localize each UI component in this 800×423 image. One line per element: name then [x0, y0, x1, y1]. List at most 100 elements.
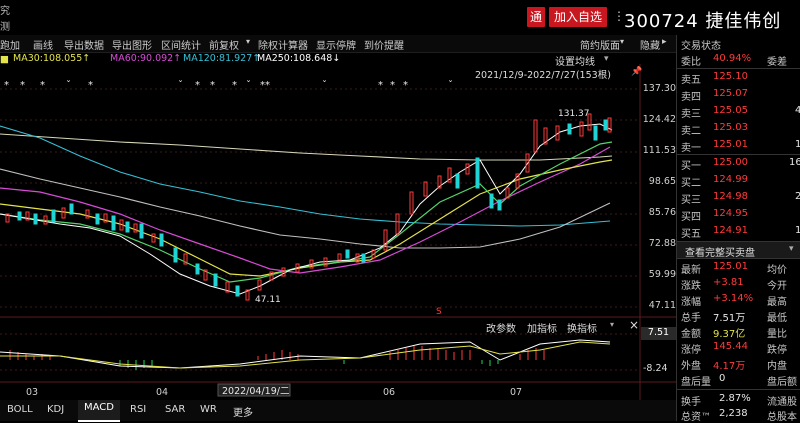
tab-sar[interactable]: SAR — [165, 404, 185, 415]
sell2-label: 卖二 — [681, 126, 701, 137]
price-axis: 137.30 124.42 111.53 98.65 85.76 72.88 5… — [642, 83, 676, 311]
buy1-volume: 16 — [789, 157, 800, 168]
sell3-price: 125.05 — [713, 105, 748, 116]
tab-boll[interactable]: BOLL — [7, 404, 33, 415]
toolbar-item-price-alert[interactable]: 到价提醒 — [364, 37, 404, 52]
stat-open-label: 今开 — [767, 281, 787, 292]
title-bar: 究 测 通 加入自选 ⋮ 300724 捷佳伟创 — [0, 0, 800, 34]
buy5-price: 124.91 — [713, 225, 748, 236]
buy2-label: 买二 — [681, 178, 701, 189]
svg-text:*: * — [232, 80, 237, 91]
stat-change-value: +3.81 — [713, 277, 744, 288]
ma30-label: MA30:108.055↑ — [13, 53, 91, 64]
toolbar-item-draw[interactable]: 画线 — [33, 37, 53, 52]
sell3-label: 卖三 — [681, 109, 701, 120]
svg-text:*: * — [210, 80, 215, 91]
toolbar-item-simple-layout[interactable]: 简约版面 — [580, 37, 620, 52]
low-price-label: 47.11 — [255, 295, 281, 305]
stat-inner-label: 内盘 — [767, 361, 787, 372]
sell4-label: 卖四 — [681, 92, 701, 103]
collapse-icon[interactable]: ▸ — [662, 37, 667, 47]
stat-pct-value: +3.14% — [713, 293, 754, 304]
stat-float-label: 流通股 — [767, 397, 797, 408]
set-ma-button[interactable]: 设置均线 — [555, 53, 595, 68]
stat-outer-label: 外盘 — [681, 361, 701, 372]
sell5-label: 卖五 — [681, 75, 701, 86]
sell5-price: 125.10 — [713, 71, 748, 82]
svg-text:*: * — [4, 80, 9, 91]
full-order-book-button[interactable]: 查看完整买卖盘 ▾ — [677, 241, 800, 259]
stat-turnover-label: 换手 — [681, 397, 701, 408]
svg-text:06: 06 — [383, 387, 395, 398]
chevron-down-icon[interactable]: ▾ — [604, 54, 609, 64]
full-order-book-label: 查看完整买卖盘 — [685, 248, 755, 259]
add-indicator-button[interactable]: 加指标 — [527, 320, 557, 335]
toolbar-item-rights-calc[interactable]: 除权计算器 — [258, 37, 308, 52]
chevron-down-icon[interactable]: ▾ — [246, 37, 250, 46]
high-price-label: 131.37 — [558, 109, 590, 119]
trade-status-title: 交易状态 — [681, 41, 721, 52]
range-label: 2021/12/9-2022/7/27(153根) — [475, 70, 611, 81]
tab-wr[interactable]: WR — [200, 404, 217, 415]
svg-text:ˇ: ˇ — [246, 79, 251, 91]
tab-kdj[interactable]: KDJ — [47, 404, 64, 415]
svg-text:ˇ: ˇ — [448, 79, 453, 91]
s-marker: S — [436, 307, 442, 317]
change-params-button[interactable]: 改参数 — [486, 320, 516, 335]
buy5-volume: 1 — [795, 225, 800, 236]
tab-macd[interactable]: MACD — [78, 400, 120, 422]
svg-text:*: * — [40, 80, 45, 91]
svg-text:*: * — [20, 80, 25, 91]
ma5-line — [0, 123, 613, 295]
tong-button[interactable]: 通 — [527, 7, 545, 27]
svg-text:*: * — [88, 80, 93, 91]
toolbar-item-export-data[interactable]: 导出数据 — [64, 37, 104, 52]
toolbar-item-show-suspension[interactable]: 显示停牌 — [316, 37, 356, 52]
add-watchlist-button[interactable]: 加入自选 — [549, 7, 607, 27]
macd-dif-line — [0, 339, 611, 369]
stat-avg-label: 均价 — [767, 265, 787, 276]
toolbar-item-range-stats[interactable]: 区间统计 — [161, 37, 201, 52]
macd-dea-line — [0, 341, 611, 369]
buy5-label: 买五 — [681, 229, 701, 240]
sell2-price: 125.03 — [713, 122, 748, 133]
weibi-label: 委比 — [681, 57, 701, 68]
toolbar-item-export-image[interactable]: 导出图形 — [112, 37, 152, 52]
weicha-label: 委差 — [767, 57, 787, 68]
svg-text:ˇ: ˇ — [66, 79, 71, 91]
sell1-label: 卖一 — [681, 143, 701, 154]
stat-high-label: 最高 — [767, 297, 787, 308]
buy1-price: 125.00 — [713, 157, 748, 168]
ma120-label: MA120:81.927↑ — [183, 53, 261, 64]
chevron-down-icon[interactable]: ▾ — [620, 37, 624, 46]
toolbar-item-hide[interactable]: 隐藏 — [640, 37, 660, 52]
tab-rsi[interactable]: RSI — [130, 404, 146, 415]
svg-text:*: * — [195, 80, 200, 91]
stat-outer-value: 4.17万 — [713, 361, 746, 372]
ma60-line — [0, 146, 611, 274]
toolbar-item-overlay[interactable]: 跑加 — [0, 37, 20, 52]
kline-chart[interactable]: * * * ˇ * ˇ * * * ˇ ** ˇ * * * ˇ 47.11 1… — [0, 64, 676, 400]
svg-text:04: 04 — [156, 387, 168, 398]
left-fragment-1: 究 — [0, 6, 10, 17]
stat-volume-value: 7.51万 — [713, 313, 746, 324]
svg-text:**: ** — [260, 80, 270, 91]
stat-total-value: 2,238 — [719, 408, 748, 419]
svg-text:*: * — [378, 80, 383, 91]
buy3-price: 124.98 — [713, 191, 748, 202]
tab-more[interactable]: 更多 — [233, 404, 253, 419]
switch-indicator-button[interactable]: 换指标 — [567, 320, 597, 335]
close-icon[interactable]: × — [629, 318, 639, 332]
stat-amount-label: 金额 — [681, 329, 701, 340]
left-fragment-2: 测 — [0, 22, 10, 33]
buy1-label: 买一 — [681, 161, 701, 172]
stat-latest-label: 最新 — [681, 265, 701, 276]
buy3-volume: 2 — [795, 191, 800, 202]
macd-value: 7.51 — [641, 327, 676, 340]
sell1-price: 125.01 — [713, 139, 748, 150]
stat-pct-label: 涨幅 — [681, 297, 701, 308]
buy4-price: 124.95 — [713, 208, 748, 219]
chevron-down-icon[interactable]: ▾ — [610, 320, 614, 329]
macd-low-value: -8.24 — [643, 363, 668, 374]
toolbar-item-adjust[interactable]: 前复权 — [209, 37, 239, 52]
